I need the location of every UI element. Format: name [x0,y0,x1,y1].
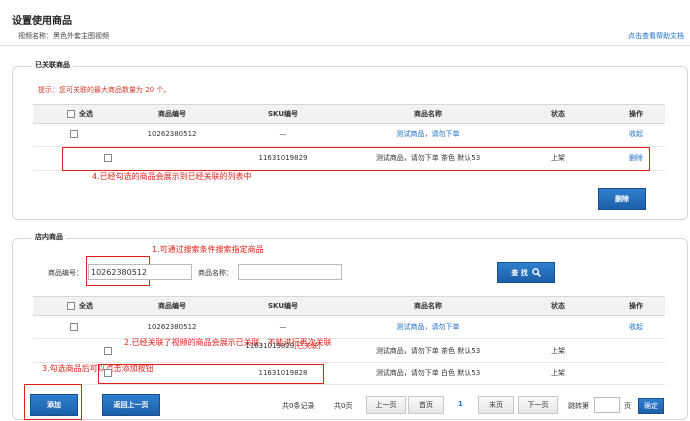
linked-panel-title: 已关联商品 [32,60,73,70]
col-status: 状态 [551,110,565,118]
col-sku-code: SKU编号 [267,302,299,310]
next-page-button[interactable]: 下一页 [518,396,558,414]
col-product-name: 商品名称 [414,110,442,118]
linked-table-header: 全选 商品编号 SKU编号 商品名称 状态 操作 [33,104,665,124]
row-product-name: 测试商品，请勿下单 白色 默认53 [375,369,481,377]
row-checkbox-cell [69,316,79,338]
collapse-link[interactable]: 收起 [611,122,661,146]
back-button[interactable]: 返回上一页 [102,394,160,416]
product-code-value: 10262380512 [91,267,147,277]
select-all-label: 全选 [79,110,93,118]
row-checkbox[interactable] [104,347,112,355]
row-status: 上架 [551,369,565,377]
row-status [533,122,583,146]
product-name-label: 商品名称： [198,269,233,277]
sku-code-text: 11631019829 [245,342,295,350]
col-product-code: 商品编号 [158,302,186,310]
delete-button[interactable]: 删除 [598,188,646,210]
goto-confirm-button[interactable]: 确定 [638,398,664,414]
limit-note: 提示：您可关联的最大商品数量为 20 个。 [38,86,171,94]
col-sku-code: SKU编号 [267,110,299,118]
product-code-label: 商品编号： [48,269,83,277]
total-records: 共0条记录 [282,402,315,410]
first-page-button[interactable]: 首页 [408,396,444,414]
col-product-code: 商品编号 [158,110,186,118]
table-row: 10262380512 — 测试商品，请勿下单 收起 [33,316,665,339]
row-status [533,316,583,338]
total-pages: 共0页 [334,402,353,410]
product-code-input[interactable]: 10262380512 [88,264,192,280]
video-name: 视频名称：黑色外套主图视频 [18,32,109,40]
store-table-header: 全选 商品编号 SKU编号 商品名称 状态 操作 [33,296,665,316]
search-icon [531,268,541,277]
row-checkbox-cell [103,340,113,362]
row-product-code: 10262380512 [147,323,197,331]
store-panel-title: 店内商品 [32,232,66,242]
product-name-input[interactable] [238,264,342,280]
search-button[interactable]: 查 找 [497,262,555,283]
prev-page-button[interactable]: 上一页 [366,396,406,414]
add-button[interactable]: 添加 [30,394,78,416]
row-status: 上架 [551,347,565,355]
page-unit-label: 页 [624,402,631,410]
select-all-checkbox[interactable] [67,110,75,118]
row-product-name-link[interactable]: 测试商品，请勿下单 [373,122,483,146]
col-status: 状态 [551,302,565,310]
help-link[interactable]: 点击查看帮助文档 [628,31,684,41]
linked-tag: [已关联] [294,342,321,350]
current-page[interactable]: 1 [458,400,463,408]
row-sku-code: — [279,323,287,331]
highlight-box [62,147,650,171]
collapse-link[interactable]: 收起 [611,316,661,338]
table-row: 10262380512 — 测试商品，请勿下单 收起 [33,122,665,147]
row-product-code: 10262380512 [147,130,197,138]
goto-page-input[interactable] [594,397,620,413]
page-title: 设置使用商品 [12,16,72,27]
last-page-button[interactable]: 末页 [478,396,514,414]
highlight-box [98,364,324,384]
select-all-cell: 全选 [67,105,97,123]
annotation-search: 1.可通过搜索条件搜索指定商品 [152,245,264,254]
annotation-linked-list: 4.已经勾选的商品会展示到已经关联的列表中 [92,172,252,181]
row-checkbox[interactable] [70,130,78,138]
row-product-name: 测试商品，请勿下单 茶色 默认53 [375,347,481,355]
goto-label: 跳转第 [568,402,589,410]
col-action: 操作 [629,302,643,310]
row-checkbox-cell [69,122,79,146]
row-sku-code: 11631019829[已关联] [233,340,333,362]
col-action: 操作 [629,110,643,118]
header-divider [0,45,690,46]
row-checkbox[interactable] [70,323,78,331]
select-all-label: 全选 [79,302,93,310]
col-product-name: 商品名称 [414,302,442,310]
row-sku-code: — [279,130,287,138]
search-button-label: 查 找 [511,268,528,277]
row-product-name-link[interactable]: 测试商品，请勿下单 [373,316,483,338]
select-all-checkbox[interactable] [67,302,75,310]
table-row: 11631019829[已关联] 测试商品，请勿下单 茶色 默认53 上架 [33,340,665,363]
select-all-cell: 全选 [67,297,97,315]
